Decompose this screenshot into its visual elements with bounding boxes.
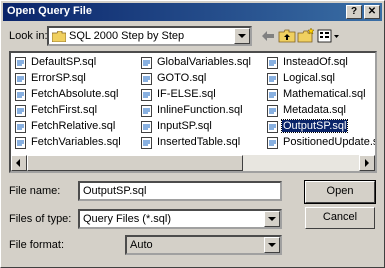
file-name: FetchVariables.sql: [31, 136, 121, 148]
file-name: InlineFunction.sql: [157, 104, 243, 116]
sql-file-icon: [141, 105, 152, 117]
file-name: Metadata.sql: [283, 104, 346, 116]
fileformat-value: Auto: [130, 239, 153, 251]
file-name: FetchFirst.sql: [31, 104, 98, 116]
scroll-thumb[interactable]: [27, 155, 243, 171]
file-name: IF-ELSE.sql: [157, 88, 216, 100]
file-name: DefaultSP.sql: [31, 56, 97, 68]
folder-icon: [52, 31, 66, 42]
window-title: Open Query File: [7, 5, 92, 17]
sql-file-icon: [267, 89, 278, 101]
sql-file-icon: [267, 73, 278, 85]
file-name: GlobalVariables.sql: [157, 56, 251, 68]
view-menu-icon[interactable]: [317, 27, 341, 45]
sql-file-icon: [141, 137, 152, 149]
filename-input[interactable]: OutputSP.sql: [78, 181, 282, 201]
lookin-label: Look in:: [9, 30, 48, 42]
sql-file-icon: [15, 121, 26, 133]
sql-file-icon: [141, 121, 152, 133]
scroll-right-icon[interactable]: [359, 155, 375, 171]
file-name: GOTO.sql: [157, 72, 207, 84]
filename-value: OutputSP.sql: [83, 185, 147, 197]
filename-label: File name:: [9, 185, 61, 197]
help-button[interactable]: ?: [346, 5, 362, 19]
filetype-dropdown[interactable]: Query Files (*.sql): [78, 209, 282, 229]
file-name: Mathematical.sql: [283, 88, 366, 100]
sql-file-icon: [267, 105, 278, 117]
fileformat-label: File format:: [9, 239, 65, 251]
open-button[interactable]: Open: [304, 180, 376, 204]
back-icon[interactable]: [259, 27, 277, 45]
sql-file-icon: [141, 57, 152, 69]
sql-file-icon: [15, 89, 26, 101]
sql-file-icon: [141, 73, 152, 85]
filetype-label: Files of type:: [9, 213, 72, 225]
scroll-left-icon[interactable]: [11, 155, 27, 171]
sql-file-icon: [267, 57, 278, 69]
sql-file-icon: [15, 105, 26, 117]
file-name: OutputSP.sql: [280, 119, 349, 133]
file-name: FetchRelative.sql: [31, 120, 116, 132]
up-folder-icon[interactable]: [278, 27, 296, 45]
sql-file-icon: [15, 73, 26, 85]
chevron-down-icon[interactable]: [264, 211, 280, 227]
fileformat-dropdown[interactable]: Auto: [125, 235, 282, 255]
sql-file-icon: [15, 57, 26, 69]
cancel-button[interactable]: Cancel: [305, 207, 375, 229]
file-name: InputSP.sql: [157, 120, 212, 132]
horizontal-scrollbar[interactable]: [11, 155, 375, 171]
lookin-value: SQL 2000 Step by Step: [69, 30, 185, 42]
file-name: InsertedTable.sql: [157, 136, 241, 148]
sql-file-icon: [15, 137, 26, 149]
new-folder-icon[interactable]: [297, 27, 315, 45]
sql-file-icon: [267, 137, 278, 149]
lookin-dropdown[interactable]: SQL 2000 Step by Step: [47, 26, 252, 46]
open-query-file-dialog: Open Query File ? ✕ Look in: SQL 2000 St…: [0, 0, 385, 268]
file-name: Logical.sql: [283, 72, 335, 84]
file-name: ErrorSP.sql: [31, 72, 86, 84]
file-name: InsteadOf.sql: [283, 56, 348, 68]
sql-file-icon: [267, 121, 278, 133]
title-bar[interactable]: Open Query File ? ✕: [3, 3, 382, 21]
file-list[interactable]: DefaultSP.sql ErrorSP.sql FetchAbsolute.…: [9, 51, 377, 173]
chevron-down-icon[interactable]: [264, 237, 280, 253]
sql-file-icon: [141, 89, 152, 101]
close-button[interactable]: ✕: [364, 5, 380, 19]
chevron-down-icon[interactable]: [234, 28, 250, 44]
file-name: PositionedUpdate.sql: [283, 136, 377, 148]
file-name: FetchAbsolute.sql: [31, 88, 119, 100]
filetype-value: Query Files (*.sql): [83, 213, 172, 225]
